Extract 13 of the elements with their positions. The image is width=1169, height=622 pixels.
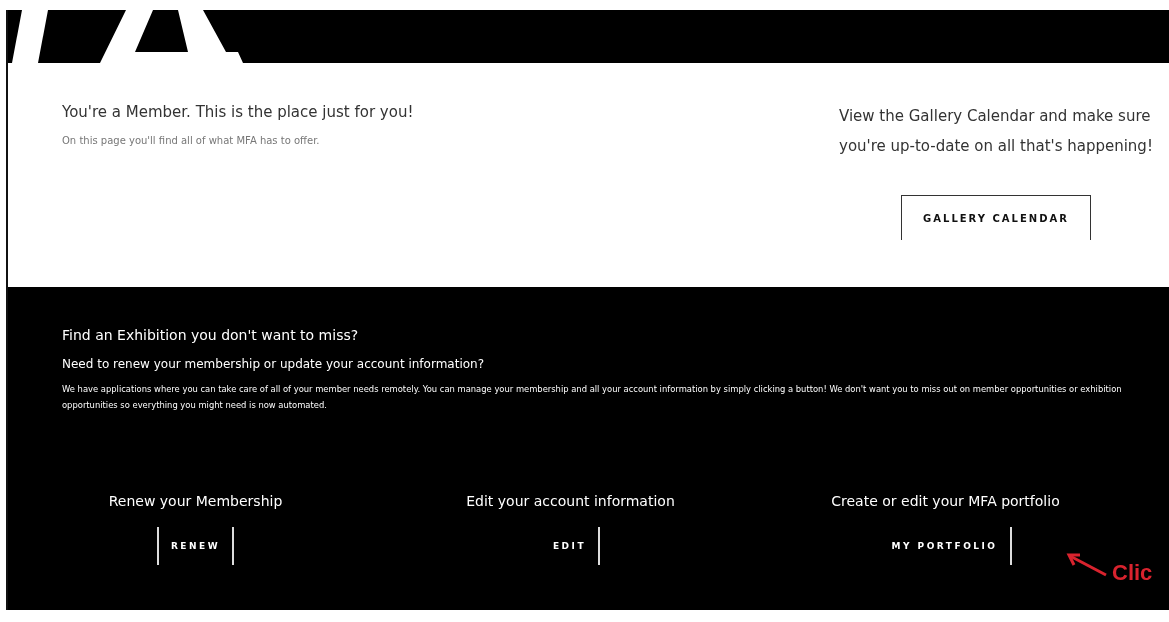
intro-heading: You're a Member. This is the place just for you! <box>62 103 414 121</box>
action-title: Renew your Membership <box>108 493 283 509</box>
intro-subtitle: On this page you'll find all of what MFA has to offer. <box>62 135 321 146</box>
section-paragraph: We have applications where you can take care of all of your member needs remotely. You can manage your membership and all your account information by simply clicking a button! We don't want you to miss out on member opportunities or exhibition opportunities so everything you might need is now automated. <box>62 383 1123 412</box>
section-subheading: Need to renew your membership or update your account information? <box>62 357 486 371</box>
pointer-arrow <box>1066 552 1108 578</box>
annotation-label: Clic <box>1112 562 1153 584</box>
action-title: Edit your account information <box>466 493 675 509</box>
calendar-text: View the Gallery Calendar and make sure you're up-to-date on all that's happening! <box>839 106 1154 157</box>
action-title: Create or edit your MFA portfolio <box>831 493 1060 509</box>
action-button[interactable]: RENEW <box>156 527 235 565</box>
gallery-calendar-button[interactable]: GALLERY CALENDAR <box>901 195 1091 240</box>
section-heading: Find an Exhibition you don't want to miss? <box>62 327 360 343</box>
